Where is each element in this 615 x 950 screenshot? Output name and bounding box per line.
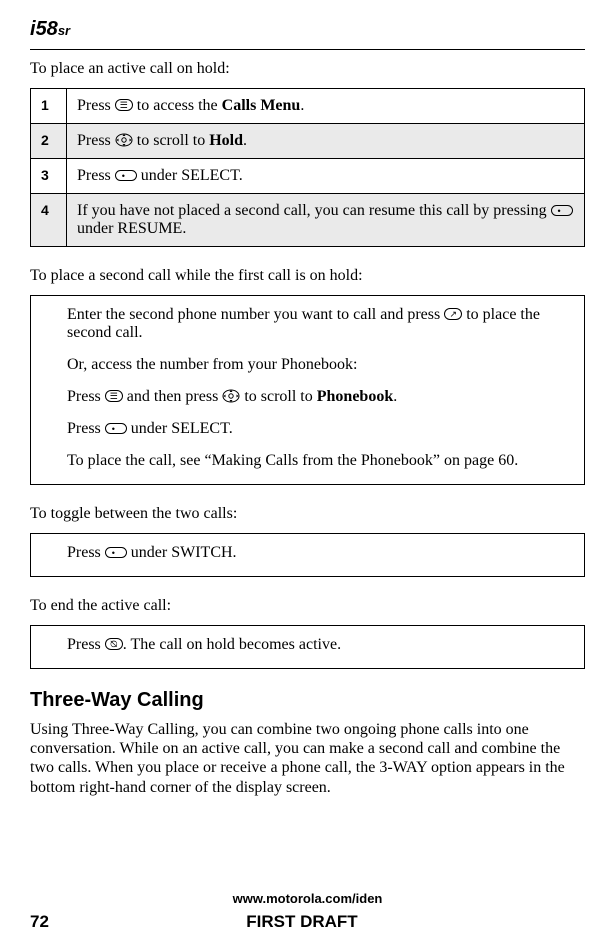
box-paragraph: Press ☰ and then press to scroll to Phon… — [67, 388, 572, 406]
nav-key-icon — [222, 389, 240, 403]
step-text: If you have not placed a second call, yo… — [67, 194, 585, 247]
box-paragraph: Press • under SELECT. — [67, 420, 572, 438]
softkey-icon: • — [551, 205, 573, 216]
intro-second-call: To place a second call while the first c… — [30, 267, 585, 285]
header-divider — [30, 49, 585, 50]
intro-end-call: To end the active call: — [30, 597, 585, 615]
step-text: Press • under SELECT. — [67, 159, 585, 194]
step-number: 4 — [31, 194, 67, 247]
hold-steps-table: 1 Press ☰ to access the Calls Menu. 2 Pr… — [30, 88, 585, 247]
box-paragraph: To place the call, see “Making Calls fro… — [67, 452, 572, 470]
table-row: 2 Press to scroll to Hold. — [31, 124, 585, 159]
box-paragraph: Enter the second phone number you want t… — [67, 306, 572, 342]
box-paragraph: Or, access the number from your Phoneboo… — [67, 356, 572, 374]
step-number: 2 — [31, 124, 67, 159]
end-key-icon: ⦰ — [105, 638, 123, 650]
box-paragraph: Press ⦰. The call on hold becomes active… — [67, 636, 572, 654]
nav-key-icon — [115, 133, 133, 147]
toggle-box: Press • under SWITCH. — [30, 533, 585, 577]
step-number: 1 — [31, 89, 67, 124]
page-footer: www.motorola.com/iden 72 FIRST DRAFT — [0, 891, 615, 932]
table-row: 3 Press • under SELECT. — [31, 159, 585, 194]
footer-row: 72 FIRST DRAFT — [30, 912, 585, 932]
second-call-box: Enter the second phone number you want t… — [30, 295, 585, 485]
softkey-icon: • — [105, 547, 127, 558]
draft-label: FIRST DRAFT — [246, 912, 357, 932]
table-row: 4 If you have not placed a second call, … — [31, 194, 585, 247]
three-way-heading: Three-Way Calling — [30, 689, 585, 712]
logo-model: 58 — [36, 18, 58, 40]
softkey-icon: • — [115, 170, 137, 181]
step-text: Press to scroll to Hold. — [67, 124, 585, 159]
intro-toggle: To toggle between the two calls: — [30, 505, 585, 523]
device-logo: i58sr — [30, 18, 585, 41]
three-way-paragraph: Using Three-Way Calling, you can combine… — [30, 720, 585, 797]
softkey-icon: • — [105, 423, 127, 434]
send-key-icon: ↗ — [444, 308, 462, 320]
logo-suffix: sr — [58, 23, 70, 38]
box-paragraph: Press • under SWITCH. — [67, 544, 572, 562]
page-number: 72 — [30, 912, 49, 932]
menu-key-icon: ☰ — [115, 99, 133, 111]
step-number: 3 — [31, 159, 67, 194]
table-row: 1 Press ☰ to access the Calls Menu. — [31, 89, 585, 124]
menu-key-icon: ☰ — [105, 390, 123, 402]
footer-url: www.motorola.com/iden — [30, 891, 585, 906]
intro-hold: To place an active call on hold: — [30, 60, 585, 78]
step-text: Press ☰ to access the Calls Menu. — [67, 89, 585, 124]
end-call-box: Press ⦰. The call on hold becomes active… — [30, 625, 585, 669]
